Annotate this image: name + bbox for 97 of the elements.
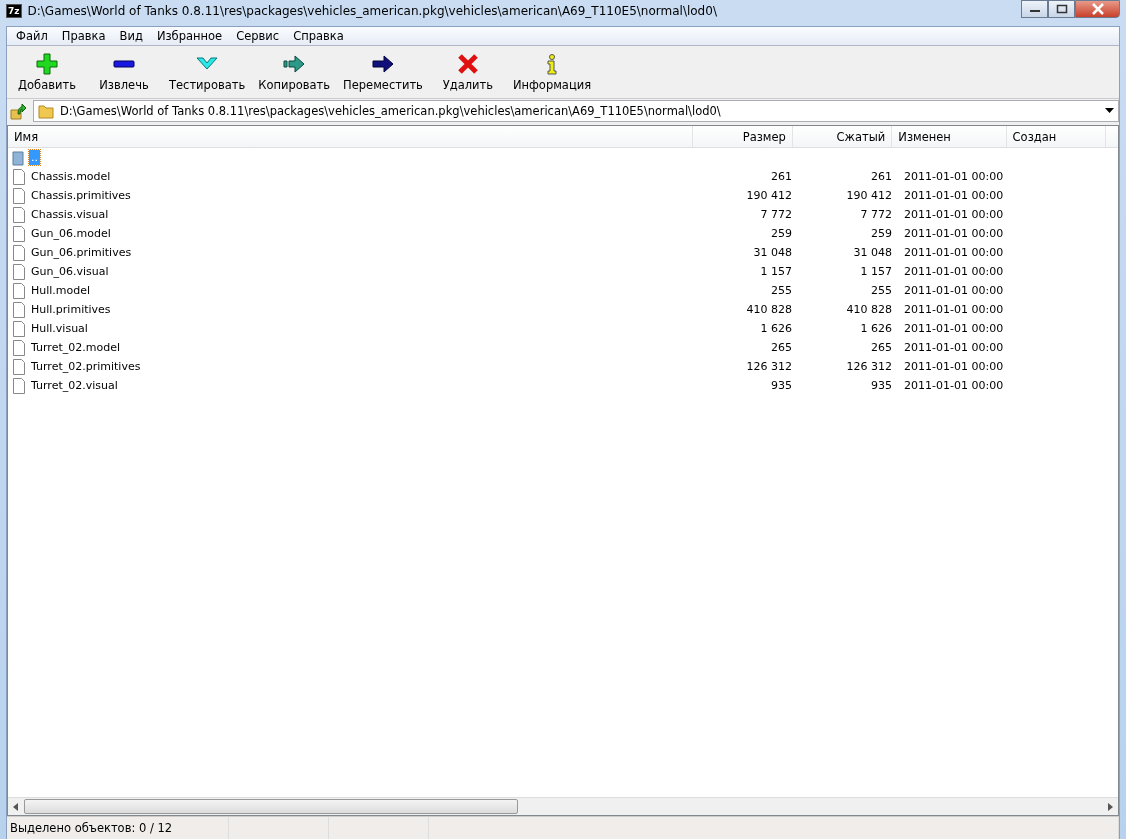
toolbar-button[interactable]: Копировать xyxy=(254,50,335,94)
table-cell-text: 2011-01-01 00:00 xyxy=(903,341,1005,354)
column-header[interactable]: Размер xyxy=(693,126,793,147)
table-cell-text: 7 772 xyxy=(859,208,893,221)
file-icon xyxy=(12,168,26,185)
file-name[interactable]: Chassis.model xyxy=(29,169,113,184)
toolbar-button[interactable]: Информация xyxy=(508,50,596,94)
table-cell-text: 2011-01-01 00:00 xyxy=(903,246,1005,259)
table-cell-text: 126 312 xyxy=(845,360,893,373)
table-cell-text: 261 xyxy=(770,170,793,183)
file-icon xyxy=(12,187,26,204)
table-cell-text: 2011-01-01 00:00 xyxy=(903,379,1005,392)
toolbar-button[interactable]: Переместить xyxy=(339,50,427,94)
folder-up-icon xyxy=(9,102,27,120)
table-cell-text: 2011-01-01 00:00 xyxy=(903,360,1005,373)
table-cell-text: 255 xyxy=(770,284,793,297)
file-icon xyxy=(12,377,26,394)
close-icon xyxy=(1090,3,1105,15)
toolbar-button[interactable]: Удалить xyxy=(431,50,504,94)
table-cell-text: 190 412 xyxy=(745,189,793,202)
table-cell-text: 2011-01-01 00:00 xyxy=(903,322,1005,335)
file-icon xyxy=(12,206,26,223)
file-icon xyxy=(12,244,26,261)
table-cell-text: 265 xyxy=(770,341,793,354)
maximize-button[interactable] xyxy=(1048,0,1075,18)
horizontal-scrollbar[interactable] xyxy=(8,797,1118,815)
table-cell-text: 2011-01-01 00:00 xyxy=(903,227,1005,240)
table-cell-text: 1 157 xyxy=(759,265,793,278)
table-cell-text: 2011-01-01 00:00 xyxy=(903,303,1005,316)
file-name[interactable]: Chassis.visual xyxy=(29,207,111,222)
table-cell-text: 1 626 xyxy=(859,322,893,335)
plus-icon xyxy=(36,52,58,75)
address-field[interactable]: D:\Games\World of Tanks 0.8.11\res\packages\vehicles_american.pkg\vehicles\american\A69_T110E5\normal\lod0\ xyxy=(33,100,1119,122)
file-name[interactable]: Hull.visual xyxy=(29,321,90,336)
file-name[interactable]: Turret_02.model xyxy=(29,340,122,355)
table-cell-text: 126 312 xyxy=(745,360,793,373)
folder-icon xyxy=(12,149,26,166)
file-icon xyxy=(12,320,26,337)
file-name[interactable]: Gun_06.model xyxy=(29,226,113,241)
close-button[interactable] xyxy=(1075,0,1120,18)
table-cell-text: 1 157 xyxy=(859,265,893,278)
file-icon xyxy=(12,301,26,318)
table-cell-text: 1 626 xyxy=(759,322,793,335)
table-cell-text: 935 xyxy=(770,379,793,392)
file-name[interactable]: Hull.primitives xyxy=(29,302,113,317)
table-cell-text: 261 xyxy=(870,170,893,183)
table-cell-text: 410 828 xyxy=(845,303,893,316)
menu-item[interactable]: Вид xyxy=(112,29,150,43)
file-icon xyxy=(12,282,26,299)
table-cell-text: 2011-01-01 00:00 xyxy=(903,189,1005,202)
file-icon xyxy=(12,263,26,280)
menu-item[interactable]: Сервис xyxy=(229,29,287,43)
menu-item[interactable]: Файл xyxy=(9,29,55,43)
toolbar-button[interactable]: Добавить xyxy=(11,50,83,94)
table-cell-text: 31 048 xyxy=(752,246,793,259)
table-cell-text: 2011-01-01 00:00 xyxy=(903,208,1005,221)
table-cell-text: 2011-01-01 00:00 xyxy=(903,284,1005,297)
file-icon xyxy=(12,358,26,375)
table-cell-text: 255 xyxy=(870,284,893,297)
table-cell-text: 259 xyxy=(870,227,893,240)
file-icon xyxy=(12,225,26,242)
arrow-right-icon xyxy=(372,52,394,75)
column-header[interactable]: Сжатый xyxy=(792,126,893,147)
table-cell-text: 259 xyxy=(770,227,793,240)
folder-icon xyxy=(38,103,54,119)
scrollbar-thumb[interactable] xyxy=(24,799,518,814)
dropdown-caret-icon xyxy=(1105,108,1114,114)
column-header[interactable]: Имя xyxy=(8,126,694,147)
minimize-button[interactable] xyxy=(1021,0,1048,18)
file-name[interactable]: Chassis.primitives xyxy=(29,188,133,203)
menu-item[interactable]: Правка xyxy=(54,29,113,43)
table-cell-text: 265 xyxy=(870,341,893,354)
maximize-icon xyxy=(1055,4,1068,14)
table-cell-text: 935 xyxy=(870,379,893,392)
toolbar-button[interactable]: Тестировать xyxy=(165,50,250,94)
file-name[interactable]: Turret_02.primitives xyxy=(29,359,143,374)
file-name[interactable]: Gun_06.primitives xyxy=(29,245,134,260)
file-name[interactable]: Turret_02.visual xyxy=(29,378,120,393)
menu-item[interactable]: Избранное xyxy=(149,29,230,43)
menu-item[interactable]: Справка xyxy=(286,29,351,43)
arrow-right-icon xyxy=(283,52,306,75)
file-name[interactable]: Hull.model xyxy=(29,283,93,298)
table-cell-text: 31 048 xyxy=(852,246,893,259)
column-header[interactable]: Создан xyxy=(1006,126,1106,147)
cross-icon xyxy=(456,52,479,75)
column-header[interactable]: Изменен xyxy=(892,126,1007,147)
table-cell-text: 2011-01-01 00:00 xyxy=(903,170,1005,183)
table-cell-text: 2011-01-01 00:00 xyxy=(903,265,1005,278)
table-cell-text: 7 772 xyxy=(759,208,793,221)
table-cell-text: 410 828 xyxy=(745,303,793,316)
status-text: Выделено объектов: 0 / 12 xyxy=(7,817,229,839)
table-cell-text: 190 412 xyxy=(845,189,893,202)
toolbar-button[interactable]: Извлечь xyxy=(88,50,160,94)
window-title: D:\Games\World of Tanks 0.8.11\res\packages\vehicles_american.pkg\vehicles\american\A69_T110E5\normal\lod0\ xyxy=(27,4,718,18)
file-name[interactable]: Gun_06.visual xyxy=(29,264,111,279)
file-icon xyxy=(12,339,26,356)
archive-app-icon: 7z xyxy=(6,4,22,18)
